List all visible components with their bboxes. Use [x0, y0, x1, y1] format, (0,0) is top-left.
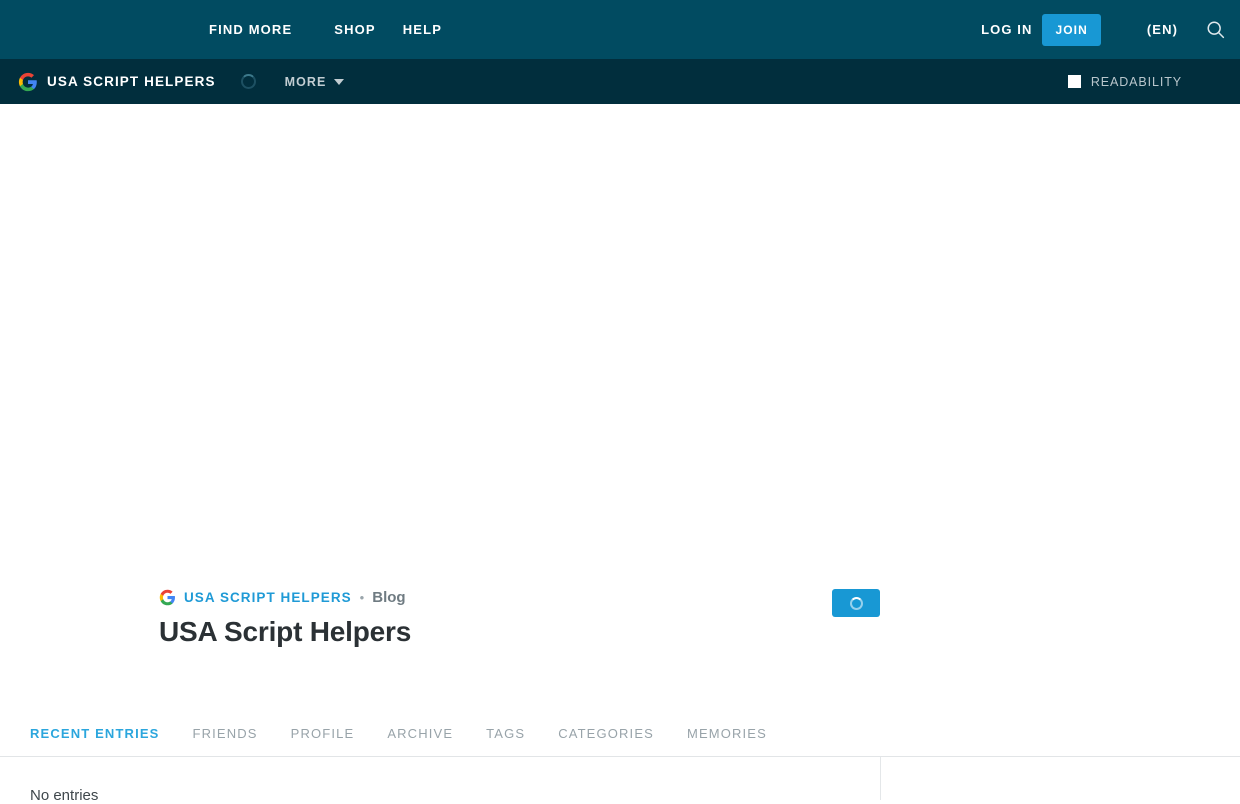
google-g-icon	[18, 72, 38, 92]
breadcrumb-section-label: Blog	[372, 589, 406, 606]
google-g-icon	[159, 589, 176, 606]
breadcrumb-separator: •	[359, 590, 365, 605]
chevron-down-icon	[334, 78, 345, 85]
more-menu-button[interactable]: MORE	[285, 75, 345, 89]
readability-label: READABILITY	[1090, 74, 1182, 89]
search-icon[interactable]	[1203, 18, 1227, 42]
breadcrumb: USA SCRIPT HELPERS • Blog	[159, 589, 406, 606]
profile-tabs: RECENT ENTRIES FRIENDS PROFILE ARCHIVE T…	[0, 711, 1240, 757]
join-button[interactable]: JOIN	[1042, 13, 1101, 46]
empty-state-message: No entries	[30, 787, 99, 804]
tab-tags[interactable]: TAGS	[486, 726, 525, 741]
readability-checkbox[interactable]	[1067, 75, 1081, 88]
brand-name-label: USA SCRIPT HELPERS	[47, 74, 216, 89]
tab-archive[interactable]: ARCHIVE	[387, 726, 453, 741]
login-link[interactable]: LOG IN	[981, 22, 1032, 37]
page-title: USA Script Helpers	[159, 616, 412, 647]
top-nav-actions: LOG IN JOIN (EN)	[981, 0, 1240, 59]
loading-spinner-icon[interactable]	[240, 74, 256, 89]
tab-profile[interactable]: PROFILE	[291, 726, 355, 741]
nav-link-find-more[interactable]: FIND MORE	[209, 22, 292, 37]
content-area: No entries	[0, 757, 1240, 804]
brand-home-link[interactable]: USA SCRIPT HELPERS	[18, 72, 216, 92]
more-menu-label: MORE	[284, 74, 327, 89]
tab-memories[interactable]: MEMORIES	[687, 726, 767, 741]
column-divider	[880, 757, 881, 800]
loading-spinner-icon	[849, 596, 863, 610]
breadcrumb-site-link[interactable]: USA SCRIPT HELPERS	[184, 590, 352, 605]
nav-link-shop[interactable]: SHOP	[334, 22, 375, 37]
tab-categories[interactable]: CATEGORIES	[558, 726, 654, 741]
tab-recent-entries[interactable]: RECENT ENTRIES	[30, 726, 160, 741]
nav-link-help[interactable]: HELP	[403, 22, 442, 37]
site-navigation-bar: USA SCRIPT HELPERS MORE READABILITY	[0, 59, 1240, 104]
language-selector[interactable]: (EN)	[1147, 22, 1178, 37]
top-navigation-bar: FIND MORE SHOP HELP LOG IN JOIN (EN)	[0, 0, 1240, 59]
profile-banner-area	[0, 104, 1240, 569]
profile-header: USA SCRIPT HELPERS • Blog USA Script Hel…	[0, 569, 1240, 711]
tab-friends[interactable]: FRIENDS	[193, 726, 258, 741]
loading-action-button[interactable]	[832, 589, 880, 617]
readability-toggle[interactable]: READABILITY	[1067, 74, 1182, 89]
top-nav-links: FIND MORE SHOP HELP	[209, 22, 442, 37]
